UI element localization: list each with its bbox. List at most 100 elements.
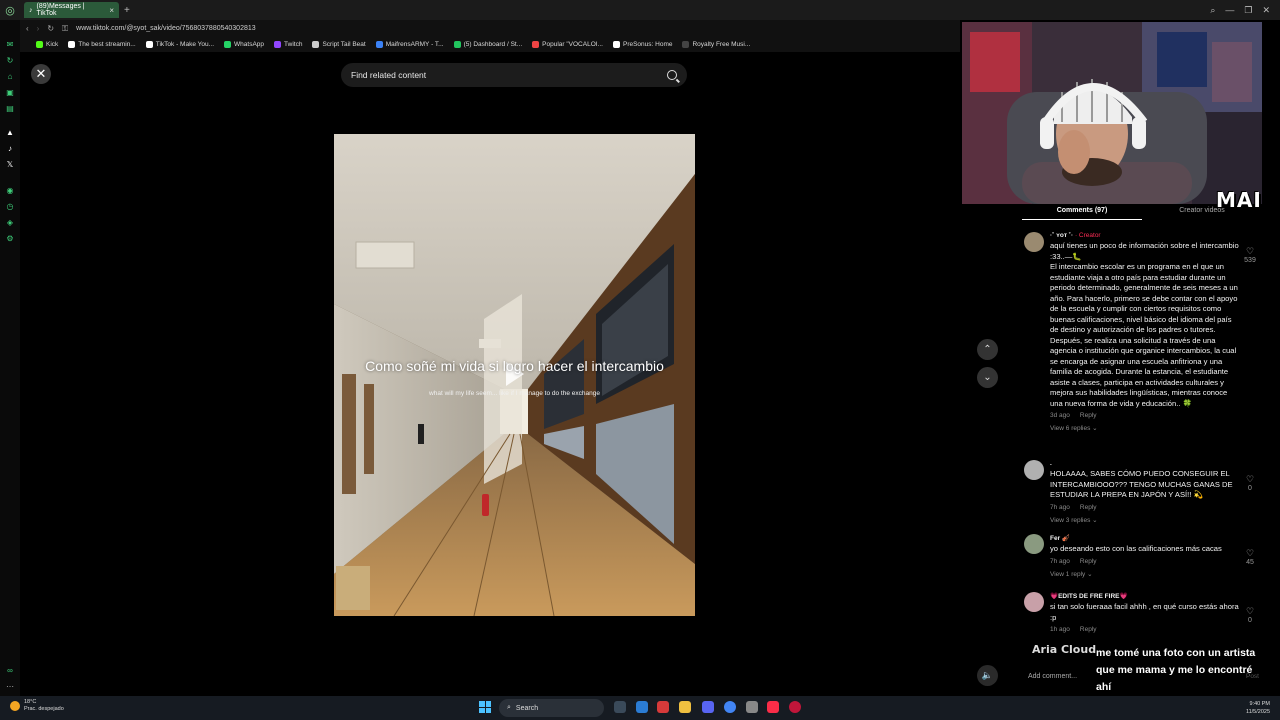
tab-creator-videos[interactable]: Creator videos [1142, 204, 1262, 220]
view-replies-button[interactable]: View 1 reply ⌄ [1050, 570, 1242, 578]
app-icon[interactable] [657, 701, 669, 713]
comment-author[interactable]: 💗EDITS DE FRE FIRE💗 [1050, 592, 1242, 600]
new-tab-button[interactable]: + [124, 5, 130, 16]
file-explorer-icon[interactable] [679, 701, 691, 713]
volume-button[interactable]: 🔈 [977, 665, 998, 686]
taskbar-search[interactable]: ⌕ Search [499, 699, 604, 717]
bookmark-favicon-icon [145, 41, 153, 48]
reply-button[interactable]: Reply [1080, 626, 1097, 633]
bookmark-favicon-icon [68, 41, 76, 48]
bookmark-item[interactable]: Royalty Free Musi... [682, 41, 750, 48]
bookmark-item[interactable]: WhatsApp [224, 41, 264, 48]
view-replies-button[interactable]: View 3 replies ⌄ [1050, 516, 1242, 524]
avatar[interactable] [1024, 534, 1044, 554]
weather-widget[interactable]: 18°C Prac. despejado [10, 699, 64, 713]
x-icon[interactable]: 𝕏 [5, 160, 15, 170]
close-window-icon[interactable]: ✕ [1262, 5, 1270, 16]
video-player[interactable]: Como soñé mi vida si logro hacer el inte… [334, 134, 695, 616]
more-icon[interactable]: ⋯ [5, 682, 15, 692]
music-icon[interactable] [767, 701, 779, 713]
like-button[interactable]: ♡ 539 [1243, 246, 1257, 264]
like-button[interactable]: ♡ 45 [1243, 548, 1257, 566]
tiktok-icon[interactable]: ♪ [5, 144, 15, 154]
bookmark-item[interactable]: MaifrensARMY - T... [375, 41, 444, 48]
avatar[interactable] [1024, 460, 1044, 480]
view-replies-button[interactable]: View 6 replies ⌄ [1050, 424, 1242, 432]
chevron-down-icon: ⌄ [1092, 516, 1098, 524]
comment-time: 1h ago [1050, 626, 1070, 633]
reply-button[interactable]: Reply [1080, 412, 1097, 419]
task-view-icon[interactable] [614, 701, 626, 713]
heart-icon: ♡ [1245, 246, 1255, 256]
maximize-icon[interactable]: ❐ [1244, 5, 1252, 16]
tiktok-icon: ♪ [29, 6, 33, 14]
bookmark-item[interactable]: Twitch [274, 41, 302, 48]
author-name[interactable]: ·˚ ʏoᴛ ˚· [1050, 232, 1073, 239]
bookmark-item[interactable]: Kick [36, 41, 58, 48]
bookmark-item[interactable]: (5) Dashboard / St... [453, 41, 522, 48]
like-button[interactable]: ♡ 0 [1243, 606, 1257, 624]
reply-button[interactable]: Reply [1080, 558, 1097, 565]
browser-sidebar: ✉ ↻ ⌂ ▣ ▤ ▲ ♪ 𝕏 ◉ ◷ ◈ ⚙ ∞ ⋯ [0, 20, 20, 696]
bookmark-item[interactable]: Script Tail Beat [312, 41, 366, 48]
avatar[interactable] [1024, 592, 1044, 612]
video-caption-translation: what will my life seem... like if I mana… [429, 390, 600, 397]
settings-icon[interactable]: ⚙ [5, 234, 15, 244]
minimize-icon[interactable]: — [1225, 5, 1234, 15]
forward-icon[interactable]: › [37, 24, 40, 33]
close-video-button[interactable]: ✕ [31, 64, 51, 84]
comment-author[interactable]: ·˚ ʏoᴛ ˚· · Creator [1050, 232, 1242, 239]
like-count: 0 [1248, 617, 1252, 624]
bookmark-item[interactable]: The best streamin... [68, 41, 136, 48]
edge-icon[interactable] [636, 701, 648, 713]
bookmark-item[interactable]: PreSonus: Home [612, 41, 672, 48]
close-tab-icon[interactable]: × [109, 6, 114, 15]
history-icon[interactable]: ◷ [5, 202, 15, 212]
bookmark-label: Script Tail Beat [322, 41, 366, 48]
comment-author[interactable]: . [1050, 460, 1242, 467]
weather-condition: Prac. despejado [24, 706, 64, 712]
comment-text: HOLAAAA, SABES CÓMO PUEDO CONSEGUIR EL I… [1050, 469, 1233, 499]
tab-comments[interactable]: Comments (97) [1022, 204, 1142, 220]
view-replies-label: View 6 replies [1050, 425, 1091, 432]
comment-author[interactable]: Fer 🎻 [1050, 534, 1242, 542]
sidebar-app-icon[interactable]: ▲ [5, 128, 15, 138]
bookmark-item[interactable]: Popular "VOCALOI... [532, 41, 603, 48]
bottom-icon[interactable]: ∞ [5, 666, 15, 676]
url-field[interactable]: www.tiktok.com/@syot_sak/video/756803788… [76, 25, 256, 32]
chrome-icon[interactable] [724, 701, 736, 713]
tab-tiktok[interactable]: ♪ (89)Messages | TikTok × [24, 2, 119, 18]
extension-icon[interactable]: ◈ [5, 218, 15, 228]
circle-icon[interactable]: ◉ [5, 186, 15, 196]
search-icon[interactable] [667, 70, 677, 80]
comment-tabs: Comments (97) Creator videos [1022, 204, 1262, 220]
chat-icon[interactable]: ▣ [5, 88, 15, 98]
chatgpt-icon[interactable] [746, 701, 758, 713]
like-button[interactable]: ♡ 0 [1243, 474, 1257, 492]
reload-icon[interactable]: ↻ [47, 24, 54, 33]
view-replies-label: View 3 replies [1050, 516, 1091, 524]
bookmark-item[interactable]: TikTok - Make You... [145, 41, 214, 48]
app-icon[interactable]: ▤ [5, 104, 15, 114]
reply-button[interactable]: Reply [1080, 504, 1097, 511]
messenger-icon[interactable]: ✉ [5, 40, 15, 50]
browser-logo-icon[interactable]: ◎ [0, 0, 20, 20]
next-video-button[interactable]: ⌄ [977, 367, 998, 388]
comment-time: 7h ago [1050, 557, 1070, 565]
refresh-icon[interactable]: ↻ [5, 56, 15, 66]
discord-icon[interactable] [702, 701, 714, 713]
start-button[interactable] [479, 701, 491, 713]
clock[interactable]: 9:40 PM 11/5/2025 [1246, 700, 1270, 716]
opera-icon[interactable] [789, 701, 801, 713]
bookmark-favicon-icon [224, 41, 232, 48]
back-icon[interactable]: ‹ [26, 24, 29, 33]
bookmark-label: Popular "VOCALOI... [542, 41, 603, 48]
previous-video-button[interactable]: ⌃ [977, 339, 998, 360]
search-related-input[interactable]: Find related content [341, 63, 687, 87]
search-icon: ⌕ [507, 704, 511, 711]
bookmarks-bar: Kick The best streamin... TikTok - Make Yo… [20, 37, 960, 52]
site-info-icon[interactable]: ⚿ [62, 24, 68, 34]
shop-icon[interactable]: ⌂ [5, 72, 15, 82]
avatar[interactable] [1024, 232, 1044, 252]
search-icon[interactable]: ⌕ [1210, 5, 1215, 16]
